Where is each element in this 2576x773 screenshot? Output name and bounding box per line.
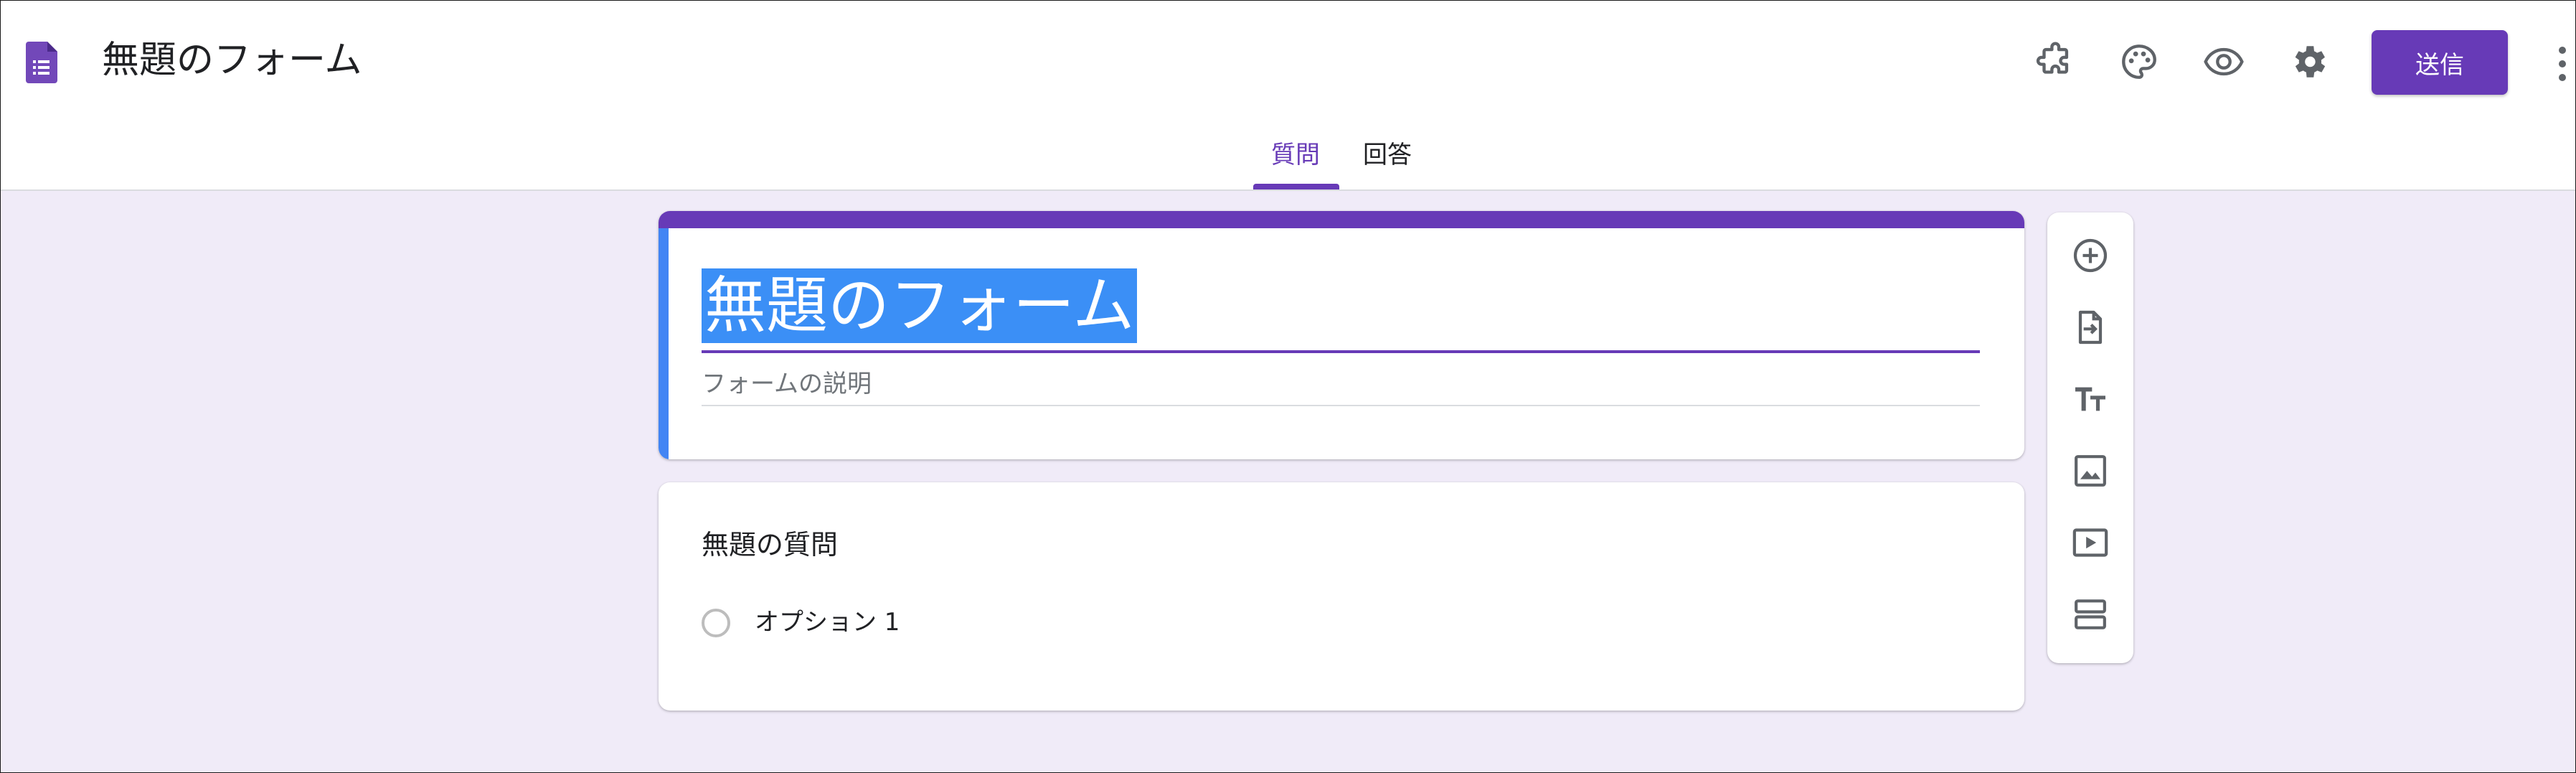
- more-vert-icon[interactable]: [2552, 39, 2574, 89]
- radio-option[interactable]: [702, 609, 730, 637]
- palette-icon[interactable]: [2109, 32, 2169, 92]
- preview-eye-icon[interactable]: [2194, 32, 2254, 92]
- question-card[interactable]: 無題の質問 オプション 1: [659, 482, 2024, 711]
- form-title-card[interactable]: 無題のフォーム フォームの説明: [659, 211, 2024, 459]
- import-questions-icon[interactable]: [2060, 297, 2120, 357]
- add-section-icon[interactable]: [2060, 584, 2120, 645]
- active-tab-indicator: [1253, 184, 1339, 189]
- question-title[interactable]: 無題の質問: [702, 527, 838, 563]
- theme-color-band: [659, 211, 2024, 228]
- google-forms-icon[interactable]: [26, 42, 57, 83]
- title-input-underline: [702, 350, 1980, 353]
- add-video-icon[interactable]: [2060, 512, 2120, 573]
- form-title-input[interactable]: 無題のフォーム: [702, 268, 1138, 343]
- option-label[interactable]: オプション 1: [755, 606, 900, 639]
- addon-puzzle-icon[interactable]: [2024, 32, 2085, 92]
- add-image-icon[interactable]: [2060, 441, 2120, 501]
- send-button[interactable]: 送信: [2372, 30, 2508, 95]
- tab-questions[interactable]: 質問: [1271, 138, 1320, 172]
- floating-toolbar: [2047, 212, 2133, 663]
- header-bar: 無題のフォーム 送信 質問 回答: [0, 0, 2576, 191]
- settings-gear-icon[interactable]: [2278, 32, 2339, 92]
- form-description-input[interactable]: フォームの説明: [702, 367, 1980, 406]
- add-question-icon[interactable]: [2060, 225, 2120, 286]
- selected-card-indicator: [659, 228, 669, 459]
- add-title-text-icon[interactable]: [2060, 369, 2120, 429]
- tab-responses[interactable]: 回答: [1363, 138, 1412, 172]
- document-title[interactable]: 無題のフォーム: [102, 32, 362, 89]
